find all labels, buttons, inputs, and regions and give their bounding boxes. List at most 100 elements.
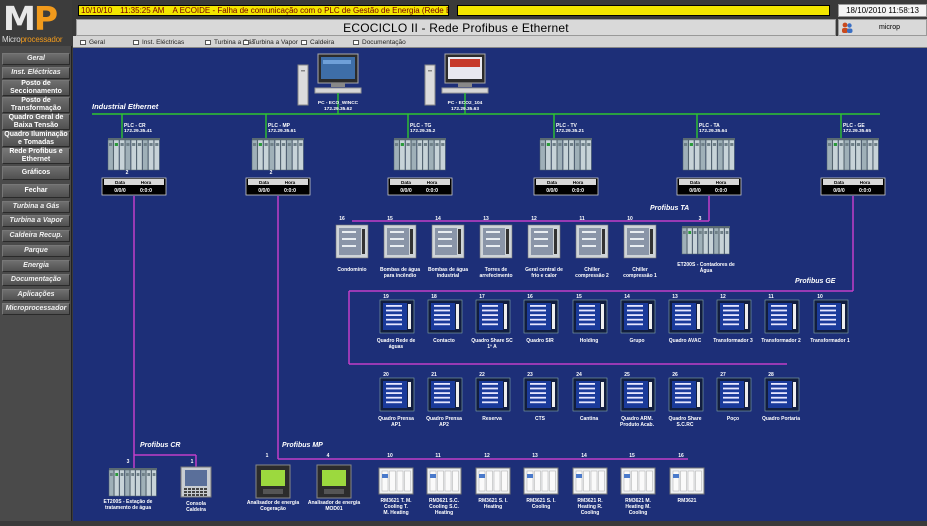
sidebar-item-7[interactable]: Rede Profibus e Ethernet (2, 148, 70, 164)
meter-ge-21[interactable] (427, 377, 463, 412)
datetime-header (536, 179, 596, 185)
sidebar-item-16[interactable]: Aplicações (2, 289, 70, 301)
plc-module-led (287, 143, 291, 146)
meter-ge-17[interactable] (475, 299, 511, 334)
meter-ge-14[interactable] (620, 299, 656, 334)
meter-ge-27[interactable] (716, 377, 752, 412)
meter-digits (723, 396, 739, 399)
et200s-ta[interactable] (681, 226, 730, 255)
meter-ge-19[interactable] (379, 299, 415, 334)
meter-ge-20[interactable] (379, 377, 415, 412)
plc-module-led (575, 143, 579, 146)
rm3621-13[interactable] (523, 467, 559, 495)
rm3621-15[interactable] (620, 467, 656, 495)
device-label: Caldeira (186, 507, 206, 513)
sidebar-item-6[interactable]: Quadro Iluminação e Tomadas (2, 131, 70, 147)
plc-module-led (587, 143, 591, 146)
meter-digits (771, 309, 787, 312)
user-box[interactable]: microp (838, 19, 927, 36)
meter-ge-10[interactable] (813, 299, 849, 334)
meter-digits (438, 238, 452, 240)
meter-ta-15[interactable] (383, 224, 417, 259)
plc-rack-2[interactable] (251, 138, 304, 171)
tab-1[interactable]: Geral (80, 38, 105, 47)
meter-ge-23[interactable] (523, 377, 559, 412)
pc-workstation[interactable] (424, 53, 489, 106)
sidebar-item-5[interactable]: Quadro Geral de Baixa Tensão (2, 114, 70, 130)
sidebar-item-8[interactable]: Gráficos (2, 166, 70, 180)
sidebar-item-1[interactable]: Geral (2, 53, 70, 65)
sidebar-item-10[interactable]: Turbina a Gás (2, 201, 70, 213)
sidebar-item-9[interactable]: Fechar (2, 184, 70, 198)
meter-digits (771, 383, 787, 385)
console-caldeira[interactable] (180, 466, 212, 498)
device-address: 22 (479, 372, 485, 378)
alarm-banner[interactable]: 10/10/10 11:35:25 AM A ECOIDE - Falha de c… (78, 5, 449, 16)
meter-ta-16[interactable] (335, 224, 369, 259)
meter-digits (627, 305, 643, 307)
meter-ge-24[interactable] (572, 377, 608, 412)
meter-ge-26[interactable] (668, 377, 704, 412)
pc-workstation[interactable] (297, 53, 362, 106)
energy-analyzer-4[interactable] (316, 464, 352, 499)
rm-module (437, 470, 444, 492)
meter-digits (434, 387, 450, 390)
device-label: Cooling (629, 510, 648, 516)
datetime-date-value: 0/0/0 (258, 188, 270, 194)
meter-ge-15[interactable] (572, 299, 608, 334)
plc-module-led (720, 231, 724, 234)
plc-module-led (704, 231, 708, 234)
meter-ge-12[interactable] (716, 299, 752, 334)
meter-ge-16[interactable] (523, 299, 559, 334)
plc-rack-3[interactable] (393, 138, 446, 171)
tab-6[interactable]: Documentação (353, 38, 406, 47)
meter-ge-18[interactable] (427, 299, 463, 334)
rm3621-12[interactable] (475, 467, 511, 495)
meter-keys (697, 304, 700, 329)
sidebar-item-4[interactable]: Posto de Transformação (2, 97, 70, 113)
sidebar-item-2[interactable]: Inst. Eléctricas (2, 67, 70, 79)
sidebar-item-14[interactable]: Energia (2, 260, 70, 272)
meter-digits (434, 401, 450, 404)
sidebar-item-13[interactable]: Parque (2, 245, 70, 257)
tab-2[interactable]: Inst. Eléctricas (133, 38, 184, 47)
et200s-cr[interactable] (108, 468, 157, 497)
device-label: Heating (435, 510, 453, 516)
sidebar-item-17[interactable]: Microprocessador (2, 303, 70, 315)
plc-rack-5[interactable] (682, 138, 735, 171)
sidebar-item-11[interactable]: Turbina a Vapor (2, 215, 70, 227)
rm3621-16[interactable] (669, 467, 705, 495)
plc-rack-4[interactable] (539, 138, 592, 171)
energy-analyzer-1[interactable] (255, 464, 291, 499)
rm3621-11[interactable] (426, 467, 462, 495)
meter-ta-11[interactable] (575, 224, 609, 259)
meter-ge-22[interactable] (475, 377, 511, 412)
device-label: MOD01 (325, 506, 342, 512)
sidebar-item-3[interactable]: Posto de Seccionamento (2, 80, 70, 96)
plc-rack-6[interactable] (826, 138, 879, 171)
rm3621-10[interactable] (378, 467, 414, 495)
meter-digits (582, 245, 596, 247)
tab-5[interactable]: Caldeira (301, 38, 334, 47)
meter-ge-25[interactable] (620, 377, 656, 412)
datetime-time-value: 0:0:0 (140, 188, 152, 194)
plc-rack-1[interactable] (107, 138, 160, 171)
device-label: 1º A (487, 344, 497, 350)
meter-ge-13[interactable] (668, 299, 704, 334)
plc-module-led (730, 143, 734, 146)
plc-module-led (868, 143, 872, 146)
meter-digits (386, 383, 402, 385)
sidebar-item-15[interactable]: Documentação (2, 274, 70, 286)
rm3621-14[interactable] (572, 467, 608, 495)
sidebar-item-12[interactable]: Caldeira Recup. (2, 230, 70, 242)
meter-ta-14[interactable] (431, 224, 465, 259)
plc-module-led (541, 143, 545, 146)
meter-ta-13[interactable] (479, 224, 513, 259)
alarm-banner-secondary[interactable] (457, 5, 830, 16)
meter-ta-12[interactable] (527, 224, 561, 259)
meter-ge-28[interactable] (764, 377, 800, 412)
meter-ta-10[interactable] (623, 224, 657, 259)
meter-ge-11[interactable] (764, 299, 800, 334)
plc-datetime: Data Hora 0/0/0 0:0:0 (245, 177, 311, 196)
tab-4[interactable]: Turbina a Vapor (243, 38, 298, 47)
